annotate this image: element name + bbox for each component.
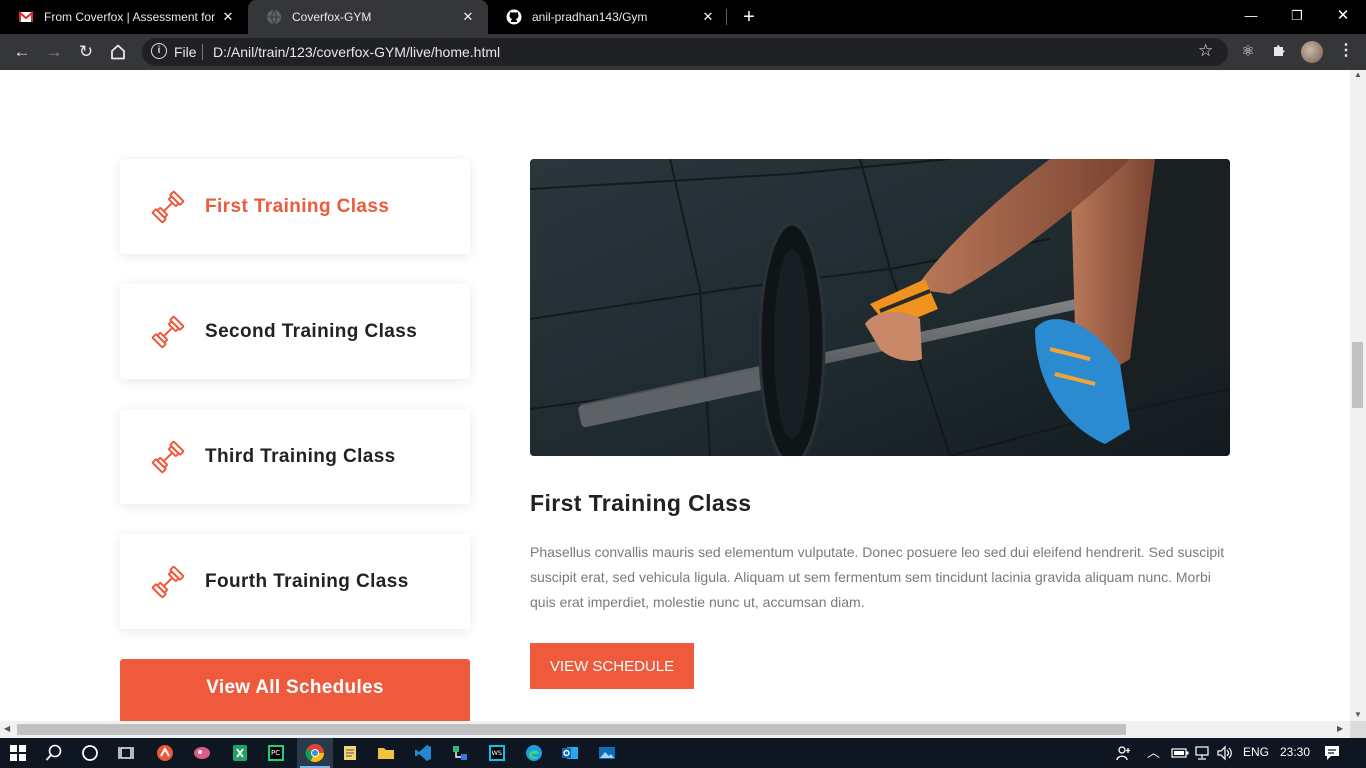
restore-button[interactable]: ❐ (1274, 0, 1320, 34)
address-url[interactable]: D:/Anil/train/123/coverfox-GYM/live/home… (213, 44, 500, 60)
notepad-icon[interactable] (338, 741, 362, 765)
dumbbell-icon (151, 440, 185, 474)
excel-icon[interactable] (228, 741, 252, 765)
input-language[interactable]: ENG (1243, 745, 1269, 759)
class-card-label: Fourth Training Class (205, 570, 409, 592)
cortana-icon[interactable] (78, 741, 102, 765)
volume-icon[interactable] (1213, 741, 1237, 765)
scroll-right-arrow[interactable]: ▶ (1337, 724, 1343, 733)
view-schedule-button[interactable]: VIEW SCHEDULE (530, 643, 694, 689)
scroll-up-arrow[interactable]: ▲ (1354, 70, 1362, 79)
search-icon[interactable] (42, 741, 66, 765)
svg-text:WS: WS (492, 749, 503, 757)
home-icon[interactable] (104, 38, 132, 66)
info-icon[interactable]: i (151, 43, 167, 59)
browser-menu-icon[interactable]: ⋮ (1338, 40, 1354, 60)
windows-taskbar: PC WS ︿ ENG 23:30 (0, 738, 1366, 768)
horizontal-scrollbar[interactable]: ◀ ▶ (0, 721, 1350, 738)
globe-icon (267, 9, 281, 25)
profile-avatar[interactable] (1301, 41, 1323, 63)
training-class-image (530, 159, 1230, 456)
pycharm-icon[interactable]: PC (264, 741, 288, 765)
class-card-label: Second Training Class (205, 320, 418, 342)
close-tab-icon[interactable]: ✕ (218, 9, 238, 25)
network-icon[interactable] (1190, 741, 1214, 765)
page-viewport: First Training Class Second Training Cla… (0, 70, 1350, 721)
scroll-down-arrow[interactable]: ▼ (1354, 710, 1362, 719)
extensions-puzzle-icon[interactable] (1270, 42, 1290, 62)
react-devtools-icon[interactable]: ⚛ (1238, 42, 1258, 62)
close-tab-icon[interactable]: ✕ (698, 9, 718, 25)
tab-title: From Coverfox | Assessment for F (44, 10, 218, 24)
training-class-description: Phasellus convallis mauris sed elementum… (530, 544, 1225, 610)
class-card-label: Third Training Class (205, 445, 396, 467)
tab-title: anil-pradhan143/Gym (532, 10, 648, 24)
vscode-icon[interactable] (411, 741, 435, 765)
minimize-button[interactable]: — (1228, 0, 1274, 34)
close-tab-icon[interactable]: ✕ (458, 9, 478, 25)
github-icon (506, 9, 522, 25)
app-orange-icon[interactable] (153, 741, 177, 765)
edge-icon[interactable] (522, 741, 546, 765)
gmail-icon (18, 11, 34, 22)
people-icon[interactable] (1112, 741, 1136, 765)
webstorm-icon[interactable]: WS (485, 741, 509, 765)
svg-text:PC: PC (271, 749, 280, 757)
battery-icon[interactable] (1168, 741, 1192, 765)
action-center-icon[interactable] (1320, 741, 1344, 765)
new-tab-button[interactable]: + (737, 4, 761, 30)
tab-gmail[interactable]: From Coverfox | Assessment for F ✕ (0, 0, 248, 34)
class-card-first[interactable]: First Training Class (120, 159, 470, 254)
address-separator (202, 44, 203, 60)
system-clock[interactable]: 23:30 (1280, 745, 1310, 759)
class-card-label: First Training Class (205, 195, 390, 217)
dumbbell-icon (151, 565, 185, 599)
vertical-scrollbar[interactable]: ▲ ▼ (1350, 70, 1366, 721)
address-scheme-label: File (174, 44, 197, 60)
class-card-fourth[interactable]: Fourth Training Class (120, 534, 470, 629)
horizontal-scroll-thumb[interactable] (17, 724, 1126, 735)
class-card-third[interactable]: Third Training Class (120, 409, 470, 504)
tab-title: Coverfox-GYM (292, 10, 372, 24)
browser-tab-bar: From Coverfox | Assessment for F ✕ Cover… (0, 0, 1366, 34)
scrollbar-corner (1350, 721, 1366, 738)
tab-separator (726, 9, 727, 25)
app-brain-icon[interactable] (190, 741, 214, 765)
reload-icon[interactable]: ↻ (72, 38, 100, 66)
training-class-title: First Training Class (530, 490, 752, 516)
vertical-scroll-thumb[interactable] (1352, 342, 1363, 408)
outlook-icon[interactable] (558, 741, 582, 765)
chrome-icon[interactable] (297, 738, 333, 768)
back-icon[interactable]: ← (8, 38, 36, 66)
dumbbell-icon (151, 315, 185, 349)
windows-start-icon[interactable] (6, 741, 30, 765)
class-card-second[interactable]: Second Training Class (120, 284, 470, 379)
dumbbell-icon (151, 190, 185, 224)
network-app-icon[interactable] (448, 741, 472, 765)
show-hidden-icons-chevron-icon[interactable]: ︿ (1147, 742, 1160, 761)
forward-icon[interactable]: → (40, 38, 68, 66)
task-view-icon[interactable] (114, 741, 138, 765)
view-all-schedules-button[interactable]: View All Schedules (120, 659, 470, 721)
scroll-left-arrow[interactable]: ◀ (4, 724, 10, 733)
tab-coverfox-gym[interactable]: Coverfox-GYM ✕ (248, 0, 488, 34)
file-explorer-icon[interactable] (374, 741, 398, 765)
photos-icon[interactable] (595, 741, 619, 765)
tab-github[interactable]: anil-pradhan143/Gym ✕ (488, 0, 728, 34)
bookmark-star-icon[interactable]: ☆ (1198, 41, 1213, 61)
close-window-button[interactable]: ✕ (1320, 0, 1366, 34)
